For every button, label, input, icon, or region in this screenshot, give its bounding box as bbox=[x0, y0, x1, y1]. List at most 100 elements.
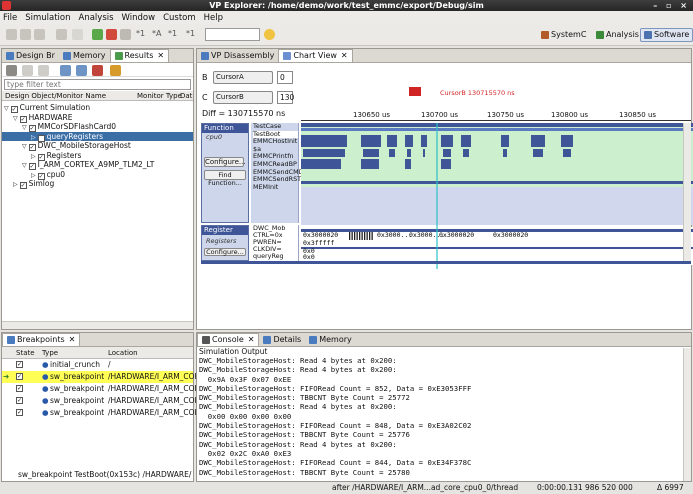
breakpoint-enable-checkbox[interactable]: ✓ bbox=[16, 385, 23, 392]
menu-window[interactable]: Window bbox=[122, 13, 156, 23]
tab-results[interactable]: Results ✕ bbox=[109, 49, 170, 63]
col-design-object[interactable]: Design Object/Monitor Name bbox=[5, 91, 106, 101]
tab-details[interactable]: Details bbox=[259, 333, 305, 346]
function-configure-button[interactable]: Configure... bbox=[204, 157, 246, 167]
display-icon[interactable] bbox=[110, 65, 121, 76]
systemc-icon bbox=[541, 31, 549, 39]
twistie-icon[interactable]: ▷ bbox=[31, 153, 36, 160]
perspective-systemc[interactable]: SystemC bbox=[538, 28, 589, 42]
breakpoint-enable-checkbox[interactable]: ✓ bbox=[16, 373, 23, 380]
twistie-icon[interactable]: ▽ bbox=[4, 105, 9, 112]
clock-icon[interactable] bbox=[264, 29, 275, 40]
tab-memory[interactable]: Memory bbox=[59, 49, 110, 62]
new-icon[interactable] bbox=[6, 29, 17, 40]
results-toolbar bbox=[2, 63, 193, 77]
halt-icon[interactable] bbox=[106, 29, 117, 40]
console-vscroll[interactable] bbox=[683, 348, 691, 481]
chart-vscroll[interactable] bbox=[683, 123, 691, 261]
close-icon[interactable]: ✕ bbox=[157, 49, 164, 63]
col-state[interactable]: State bbox=[16, 347, 35, 359]
window-controls[interactable]: – ▫ × bbox=[653, 0, 690, 11]
perspective-software[interactable]: Software bbox=[640, 28, 693, 42]
breakpoint-row[interactable]: ✓ ● sw_breakpoint/HARDWARE/I_ARM_COI bbox=[2, 383, 197, 395]
filter-icon[interactable] bbox=[6, 65, 17, 76]
tab-vp-disassembly[interactable]: VP Disassembly bbox=[197, 49, 278, 62]
close-icon[interactable]: ✕ bbox=[341, 49, 348, 63]
console-output[interactable]: DWC_MobileStorageHost: Read 4 bytes at 0… bbox=[197, 356, 691, 477]
cursor-c-number[interactable]: 130 bbox=[277, 91, 294, 104]
menu-custom[interactable]: Custom bbox=[163, 13, 196, 23]
toolbar-step1b[interactable]: *1 bbox=[168, 29, 177, 38]
edit-icon[interactable] bbox=[20, 29, 31, 40]
tab-breakpoints[interactable]: Breakpoints ✕ bbox=[2, 333, 81, 347]
cursor-c-select[interactable]: CursorB bbox=[213, 91, 273, 104]
tree-item[interactable]: ▽ ✓ Current Simulation bbox=[2, 103, 193, 113]
find-function-button[interactable]: Find Function... bbox=[204, 170, 246, 187]
cursor-flag[interactable] bbox=[409, 87, 421, 96]
tree-item[interactable]: ▷ ✓ cpu0 bbox=[2, 170, 193, 180]
settings-icon[interactable] bbox=[56, 29, 67, 40]
tree-item[interactable]: ▷ ✓ queryRegisters bbox=[2, 131, 193, 142]
twistie-icon[interactable]: ▽ bbox=[13, 115, 18, 122]
twistie-icon[interactable]: ▷ bbox=[31, 172, 36, 179]
tool-icon[interactable] bbox=[34, 29, 45, 40]
run-icon[interactable] bbox=[92, 29, 103, 40]
stop-icon[interactable] bbox=[72, 29, 83, 40]
breakpoint-row[interactable]: ➜ ✓ ● sw_breakpoint/HARDWARE/I_ARM_COI bbox=[2, 371, 197, 383]
breakpoint-enable-checkbox[interactable]: ✓ bbox=[16, 361, 23, 368]
clear-icon[interactable] bbox=[22, 65, 33, 76]
col-monitor-type[interactable]: Monitor Type bbox=[137, 91, 182, 101]
cursor-b-number[interactable]: 0 bbox=[277, 71, 293, 84]
step-icon[interactable] bbox=[120, 29, 131, 40]
twistie-icon[interactable]: ▽ bbox=[22, 124, 27, 131]
close-icon[interactable]: ✕ bbox=[69, 333, 76, 347]
twistie-icon[interactable]: ▽ bbox=[22, 162, 27, 169]
twistie-icon[interactable]: ▷ bbox=[13, 181, 18, 188]
tab-chart-view[interactable]: Chart View ✕ bbox=[278, 49, 353, 63]
function-bar bbox=[443, 149, 451, 157]
console-line: DWC_MobileStorageHost: FIFORead Count = … bbox=[199, 458, 472, 468]
tab-memory-view[interactable]: Memory bbox=[305, 333, 356, 346]
menu-simulation[interactable]: Simulation bbox=[25, 13, 70, 23]
menu-help[interactable]: Help bbox=[204, 13, 223, 23]
close-icon[interactable]: ✕ bbox=[248, 333, 255, 347]
col-data[interactable]: Dat bbox=[180, 91, 192, 101]
tree-checkbox[interactable]: ✓ bbox=[19, 182, 27, 189]
breakpoint-enable-checkbox[interactable]: ✓ bbox=[16, 397, 23, 404]
cursor-c-label: C bbox=[202, 93, 208, 102]
menu-file[interactable]: File bbox=[3, 13, 17, 23]
tree-item[interactable]: ▽ ✓ DWC_MobileStorageHost bbox=[2, 141, 193, 151]
tab-design-browser[interactable]: Design Br bbox=[2, 49, 59, 62]
tab-chart-label: Chart View bbox=[293, 51, 337, 60]
twistie-icon[interactable]: ▽ bbox=[22, 143, 27, 150]
toolbar-step1[interactable]: *1 bbox=[136, 29, 145, 38]
tree-item[interactable]: ▷ ✓ Registers bbox=[2, 151, 193, 161]
tree-item[interactable]: ▽ ✓ I_ARM_CORTEX_A9MP_TLM2_LT bbox=[2, 160, 193, 170]
design-hscroll[interactable] bbox=[2, 321, 193, 329]
tree-item[interactable]: ▷ ✓ Simlog bbox=[2, 179, 193, 189]
breakpoint-row[interactable]: ✓ ● sw_breakpoint/HARDWARE/I_ARM_COI bbox=[2, 407, 197, 419]
remove-icon[interactable] bbox=[92, 65, 103, 76]
toolbar-step1c[interactable]: *1 bbox=[186, 29, 195, 38]
expand-icon[interactable] bbox=[60, 65, 71, 76]
design-icon bbox=[6, 51, 14, 60]
cursor-b-select[interactable]: CursorA bbox=[213, 71, 273, 84]
perspective-analysis[interactable]: Analysis bbox=[593, 28, 642, 42]
tree-item[interactable]: ▽ ✓ MMCorSDFlashCard0 bbox=[2, 122, 193, 132]
collapse-icon[interactable] bbox=[76, 65, 87, 76]
tree-item[interactable]: ▽ ✓ HARDWARE bbox=[2, 113, 193, 123]
link-icon[interactable] bbox=[38, 65, 49, 76]
col-location[interactable]: Location bbox=[108, 347, 138, 359]
tab-console[interactable]: Console ✕ bbox=[197, 333, 260, 347]
register-configure-button[interactable]: Configure... bbox=[204, 248, 246, 256]
filter-input[interactable] bbox=[4, 79, 191, 90]
col-type[interactable]: Type bbox=[42, 347, 58, 359]
time-input[interactable] bbox=[205, 28, 260, 41]
twistie-icon[interactable]: ▷ bbox=[31, 134, 36, 141]
toolbar-stepA[interactable]: *A bbox=[152, 29, 161, 38]
breakpoint-row[interactable]: ✓ ● initial_crunch / bbox=[2, 359, 193, 371]
breakpoint-row[interactable]: ✓ ● sw_breakpoint/HARDWARE/I_ARM_COI bbox=[2, 395, 197, 407]
breakpoint-icon: ● bbox=[42, 396, 49, 405]
menu-analysis[interactable]: Analysis bbox=[79, 13, 114, 23]
breakpoint-enable-checkbox[interactable]: ✓ bbox=[16, 409, 23, 416]
